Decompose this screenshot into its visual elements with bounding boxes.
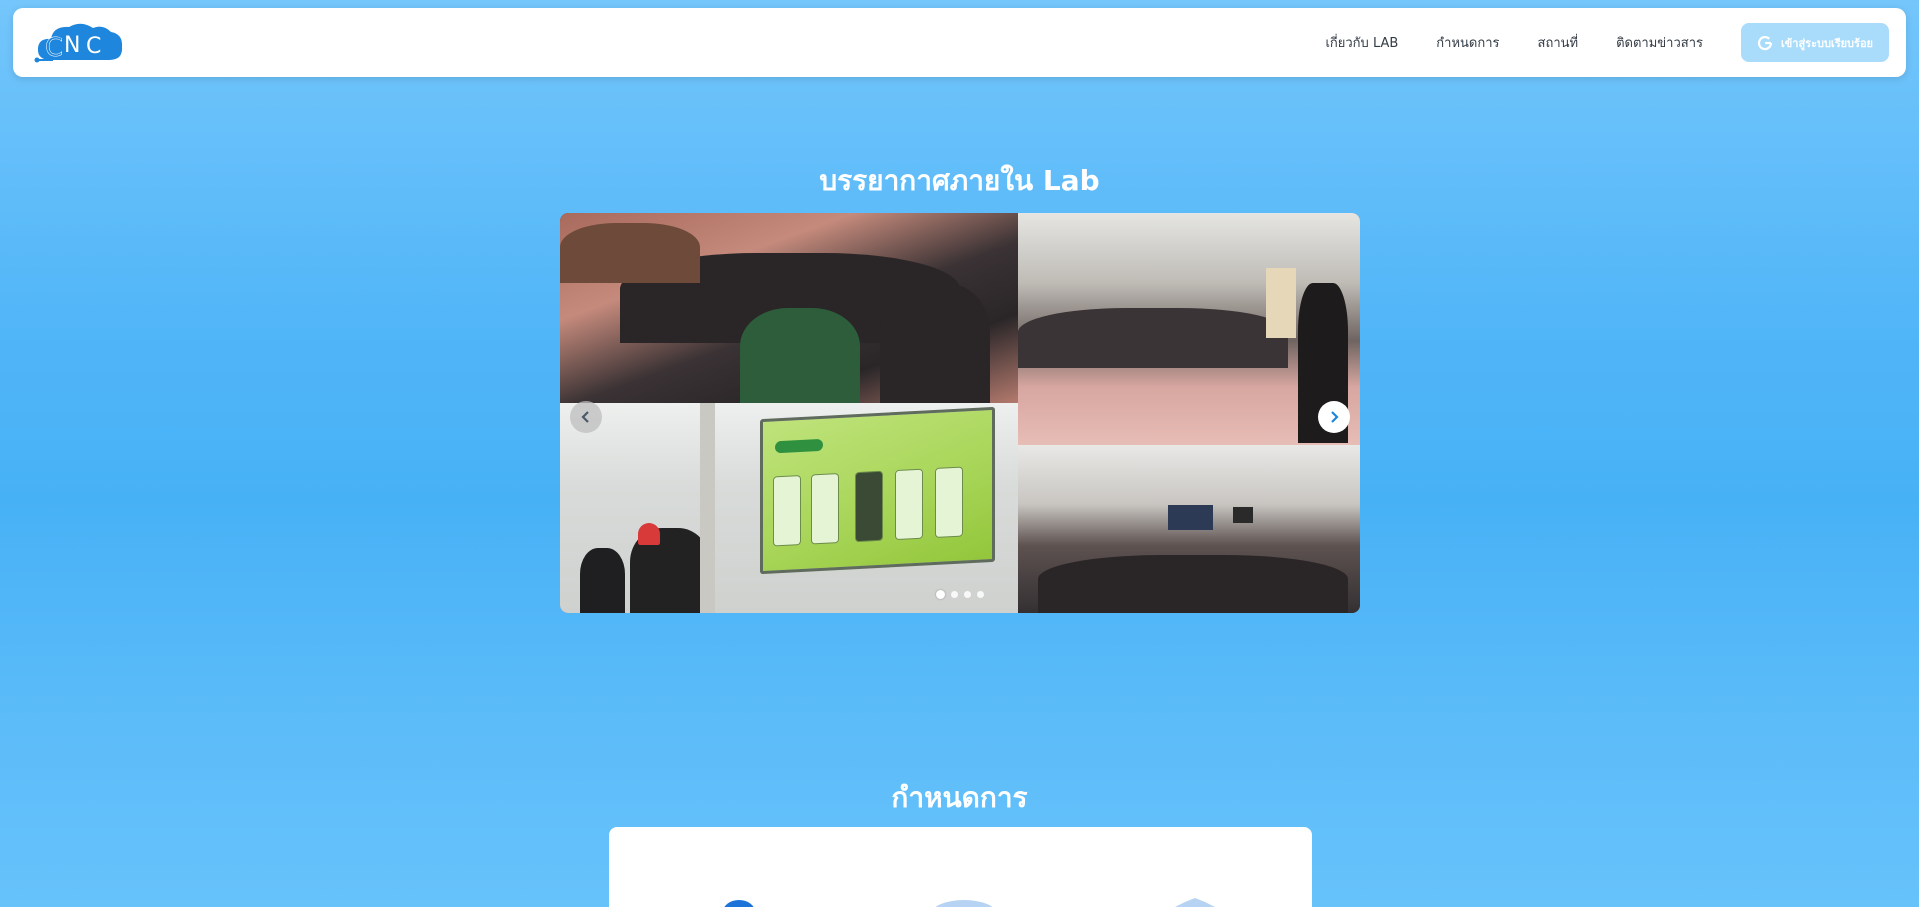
carousel-dot-4[interactable] — [977, 591, 984, 598]
nav-links: เกี่ยวกับ LAB กำหนดการ สถานที่ ติดตามข่า… — [1325, 8, 1906, 77]
chevron-left-icon — [581, 411, 589, 423]
nav-schedule[interactable]: กำหนดการ — [1436, 32, 1499, 53]
schedule-title: กำหนดการ — [891, 781, 1028, 814]
lab-photo-3 — [560, 403, 1018, 613]
schedule-card — [609, 827, 1312, 907]
carousel-dot-3[interactable] — [964, 591, 971, 598]
top-navbar: C N C เกี่ยวกับ LAB กำหนดการ สถานที่ ติด… — [13, 8, 1906, 77]
cnc-logo[interactable]: C N C — [31, 20, 126, 66]
carousel-next-button[interactable] — [1318, 401, 1350, 433]
google-icon — [1757, 35, 1773, 50]
svg-text:C: C — [86, 34, 101, 59]
nav-location[interactable]: สถานที่ — [1538, 32, 1579, 53]
schedule-step-1-icon — [724, 900, 754, 907]
schedule-step-3-icon — [1175, 898, 1215, 907]
login-button[interactable]: เข้าสู่ระบบเรียบร้อย — [1741, 23, 1889, 62]
lab-photo-4 — [1018, 445, 1360, 613]
svg-text:C: C — [45, 33, 63, 63]
login-button-label: เข้าสู่ระบบเรียบร้อย — [1780, 36, 1873, 50]
lab-photo-2 — [1018, 213, 1360, 445]
lab-photo-1 — [560, 213, 1018, 403]
carousel-dots — [936, 590, 984, 599]
nav-about-lab[interactable]: เกี่ยวกับ LAB — [1325, 32, 1398, 53]
carousel-dot-1[interactable] — [936, 590, 945, 599]
schedule-step-2-icon — [935, 900, 993, 907]
carousel-dot-2[interactable] — [951, 591, 958, 598]
chevron-right-icon — [1331, 411, 1339, 423]
lab-photo-carousel[interactable] — [560, 213, 1360, 613]
carousel-prev-button[interactable] — [570, 401, 602, 433]
presentation-screen — [760, 406, 995, 575]
svg-text:N: N — [64, 33, 80, 58]
gallery-title: บรรยากาศภายใน Lab — [819, 164, 1100, 197]
nav-news[interactable]: ติดตามข่าวสาร — [1616, 32, 1703, 53]
